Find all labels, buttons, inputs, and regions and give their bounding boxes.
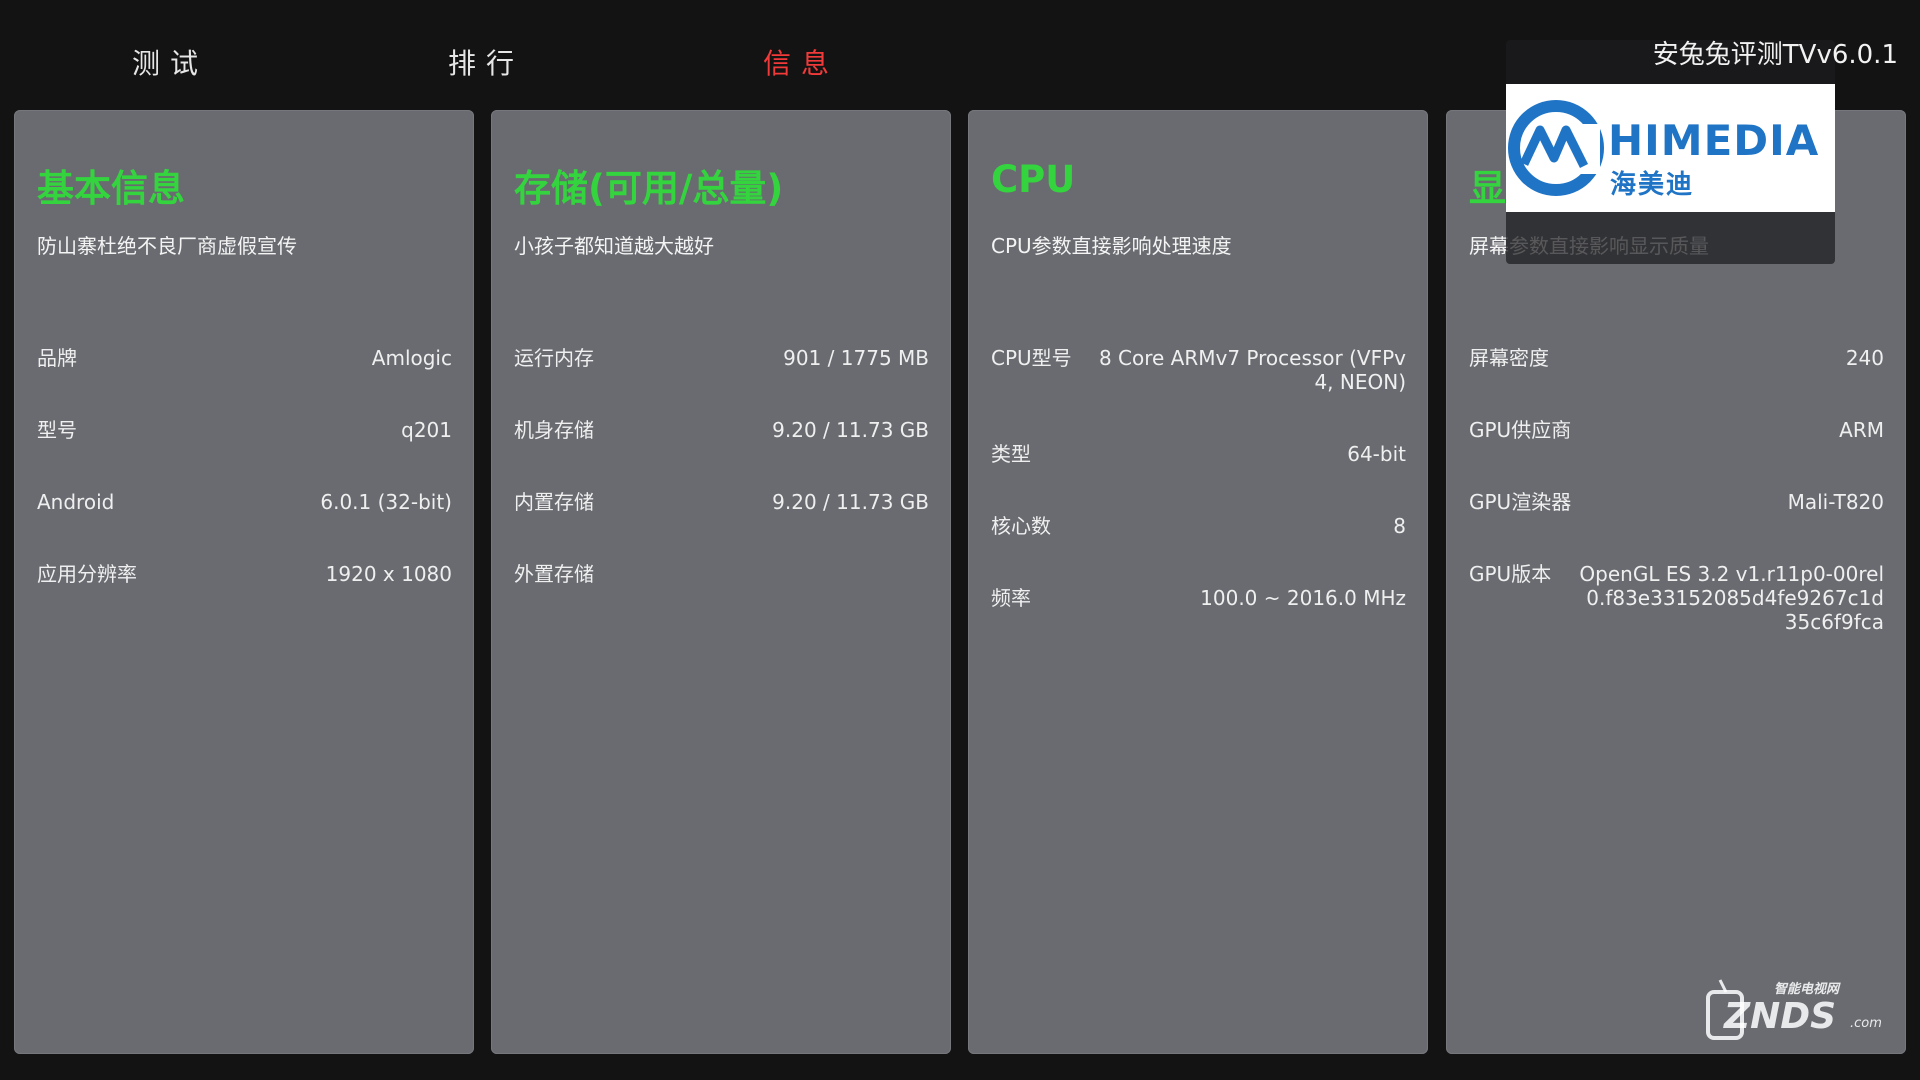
info-value: 9.20 / 11.73 GB (772, 490, 929, 514)
info-row-android: Android 6.0.1 (32-bit) (37, 490, 452, 514)
info-row-cpu-model: CPU型号 8 Core ARMv7 Processor (VFPv4, NEO… (991, 346, 1406, 394)
panel-cpu: CPU CPU参数直接影响处理速度 CPU型号 8 Core ARMv7 Pro… (968, 110, 1428, 1054)
info-row-brand: 品牌 Amlogic (37, 346, 452, 370)
panel-subtitle: 小孩子都知道越大越好 (514, 234, 714, 258)
himedia-logo: HIMEDIA 海美迪 (1506, 84, 1835, 212)
info-label: GPU供应商 (1469, 418, 1572, 442)
info-row-screen-density: 屏幕密度 240 (1469, 346, 1884, 370)
info-value: 8 (1393, 514, 1406, 538)
info-label: 频率 (991, 586, 1031, 610)
znds-watermark: 智能电视网 ZNDS .com (1706, 978, 1882, 1048)
info-value: 100.0 ~ 2016.0 MHz (1200, 586, 1406, 610)
info-row-device-storage: 机身存储 9.20 / 11.73 GB (514, 418, 929, 442)
info-row-resolution: 应用分辨率 1920 x 1080 (37, 562, 452, 586)
panel-title: 基本信息 (37, 167, 185, 210)
info-row-cpu-frequency: 频率 100.0 ~ 2016.0 MHz (991, 586, 1406, 610)
info-row-external-storage: 外置存储 (514, 562, 929, 586)
info-label: CPU型号 (991, 346, 1072, 370)
info-label: 应用分辨率 (37, 562, 137, 586)
app-root: 测试 排行 信息 安兔兔评测TVv6.0.1 基本信息 防山寨杜绝不良厂商虚假宣… (0, 0, 1920, 1080)
info-row-gpu-version: GPU版本 OpenGL ES 3.2 v1.r11p0-00rel0.f83e… (1469, 562, 1884, 634)
info-row-cpu-type: 类型 64-bit (991, 442, 1406, 466)
panel-title: CPU (991, 158, 1076, 201)
info-label: 品牌 (37, 346, 77, 370)
info-list: CPU型号 8 Core ARMv7 Processor (VFPv4, NEO… (991, 346, 1406, 658)
info-label: 机身存储 (514, 418, 594, 442)
himedia-logo-icon (1508, 100, 1604, 196)
tab-rank[interactable]: 排行 (448, 42, 524, 82)
info-row-ram: 运行内存 901 / 1775 MB (514, 346, 929, 370)
info-value: ARM (1839, 418, 1884, 442)
info-value: 1920 x 1080 (325, 562, 452, 586)
panel-storage: 存储(可用/总量) 小孩子都知道越大越好 运行内存 901 / 1775 MB … (491, 110, 951, 1054)
info-value: 64-bit (1347, 442, 1406, 466)
panel-basic-info: 基本信息 防山寨杜绝不良厂商虚假宣传 品牌 Amlogic 型号 q201 An… (14, 110, 474, 1054)
info-value: Amlogic (371, 346, 452, 370)
info-row-internal-storage: 内置存储 9.20 / 11.73 GB (514, 490, 929, 514)
brand-name: HIMEDIA (1608, 116, 1820, 165)
panel-title: 显 (1469, 167, 1506, 210)
info-label: 核心数 (991, 514, 1051, 538)
panel-subtitle: CPU参数直接影响处理速度 (991, 234, 1232, 258)
tab-test[interactable]: 测试 (132, 42, 208, 82)
info-value: 8 Core ARMv7 Processor (VFPv4, NEON) (1098, 346, 1406, 394)
info-label: GPU版本 (1469, 562, 1552, 586)
info-value: OpenGL ES 3.2 v1.r11p0-00rel0.f83e331520… (1579, 562, 1884, 634)
info-value: 9.20 / 11.73 GB (772, 418, 929, 442)
info-value: 240 (1845, 346, 1884, 370)
brand-overlay: HIMEDIA 海美迪 (1506, 40, 1835, 264)
panel-subtitle: 防山寨杜绝不良厂商虚假宣传 (37, 234, 297, 258)
app-version-label: 安兔兔评测TVv6.0.1 (1652, 40, 1898, 70)
watermark-subtitle: 智能电视网 (1774, 982, 1840, 997)
info-label: 运行内存 (514, 346, 594, 370)
info-row-cpu-cores: 核心数 8 (991, 514, 1406, 538)
info-label: 型号 (37, 418, 77, 442)
watermark-text: ZNDS (1724, 996, 1837, 1037)
info-label: 屏幕密度 (1469, 346, 1549, 370)
brand-name-cn: 海美迪 (1610, 170, 1695, 200)
info-list: 屏幕密度 240 GPU供应商 ARM GPU渲染器 Mali-T820 GPU… (1469, 346, 1884, 682)
info-list: 品牌 Amlogic 型号 q201 Android 6.0.1 (32-bit… (37, 346, 452, 634)
info-label: Android (37, 490, 115, 514)
tab-info[interactable]: 信息 (763, 42, 839, 82)
info-row-gpu-renderer: GPU渲染器 Mali-T820 (1469, 490, 1884, 514)
watermark-suffix: .com (1850, 1016, 1882, 1031)
panel-title: 存储(可用/总量) (514, 167, 784, 210)
info-row-gpu-vendor: GPU供应商 ARM (1469, 418, 1884, 442)
info-value: Mali-T820 (1787, 490, 1884, 514)
info-label: 外置存储 (514, 562, 594, 586)
info-value: 6.0.1 (32-bit) (320, 490, 452, 514)
info-row-model: 型号 q201 (37, 418, 452, 442)
info-label: 内置存储 (514, 490, 594, 514)
info-value: q201 (401, 418, 452, 442)
info-label: 类型 (991, 442, 1031, 466)
info-list: 运行内存 901 / 1775 MB 机身存储 9.20 / 11.73 GB … (514, 346, 929, 634)
info-value: 901 / 1775 MB (783, 346, 929, 370)
info-label: GPU渲染器 (1469, 490, 1572, 514)
